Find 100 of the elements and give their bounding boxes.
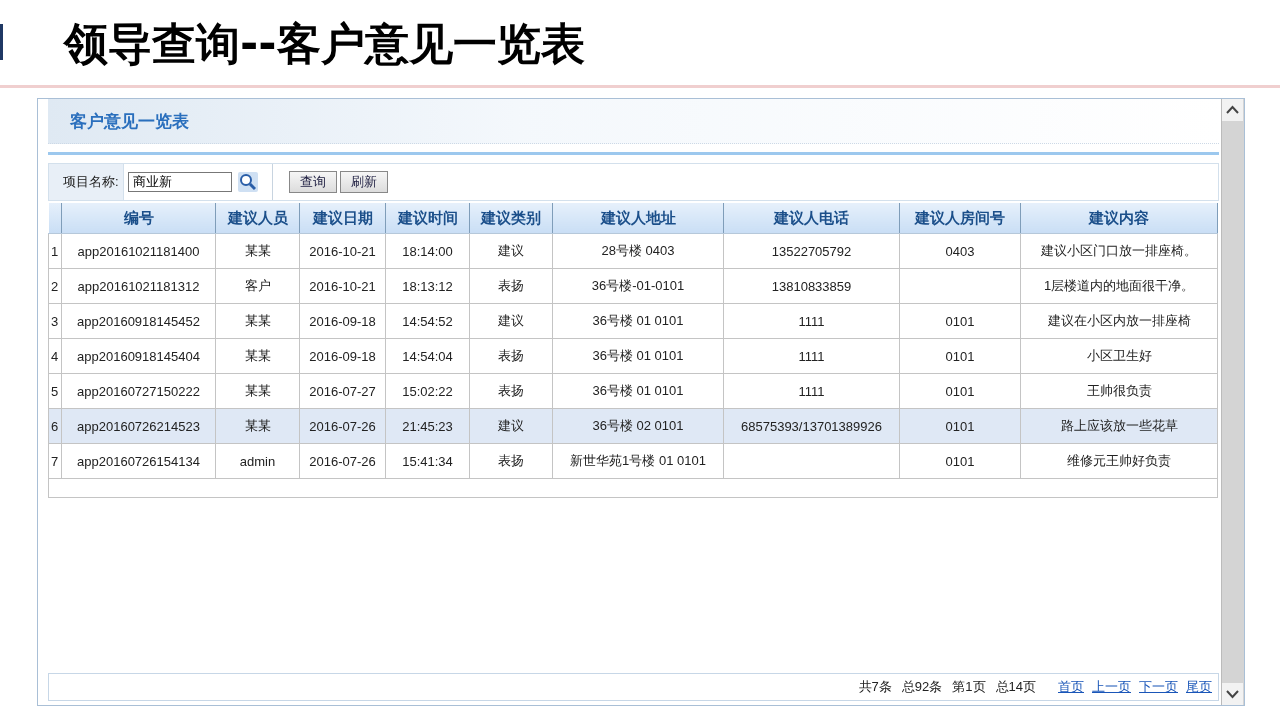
table-row[interactable]: 7 app20160726154134 admin 2016-07-26 15:41:34 表扬 新世华苑1号楼 01 0101 0101 维修元王帅好负责	[48, 443, 1218, 479]
search-field[interactable]: 商业新	[127, 172, 232, 192]
column-header: 建议人地址	[552, 203, 724, 234]
table-cell: 36号楼 01 0101	[552, 373, 724, 409]
table-cell: 13522705792	[723, 233, 900, 269]
page-info: 共7条	[858, 678, 892, 696]
table-cell: app20161021181400	[61, 233, 216, 269]
scroll-up-icon[interactable]	[1222, 99, 1243, 121]
table-row[interactable]: 5 app20160727150222 某某 2016-07-27 15:02:22 表扬 36号楼 01 0101 1111 0101 王帅很负责	[48, 373, 1218, 409]
table-cell: 36号楼 01 0101	[552, 338, 724, 374]
pagination-link[interactable]: 尾页	[1186, 678, 1212, 696]
column-header: 建议人房间号	[899, 203, 1021, 234]
table-cell: 小区卫生好	[1020, 338, 1218, 374]
table-cell: 1111	[723, 303, 900, 339]
column-header: 建议人电话	[723, 203, 900, 234]
page-info: 总14页	[995, 678, 1036, 696]
table-cell: 15:41:34	[385, 443, 470, 479]
pagination-link[interactable]: 上一页	[1092, 678, 1131, 696]
table-cell: 68575393/13701389926	[723, 408, 900, 444]
row-number: 6	[48, 408, 62, 444]
table-cell: 0101	[899, 303, 1021, 339]
table-cell: 路上应该放一些花草	[1020, 408, 1218, 444]
table-cell: app20160727150222	[61, 373, 216, 409]
table-cell: 21:45:23	[385, 408, 470, 444]
field-label: 项目名称:	[49, 164, 124, 200]
pagination-link[interactable]: 首页	[1058, 678, 1084, 696]
pagination-link[interactable]: 下一页	[1139, 678, 1178, 696]
table-cell: 18:14:00	[385, 233, 470, 269]
table-cell: app20161021181312	[61, 268, 216, 304]
table-row[interactable]: 1 app20161021181400 某某 2016-10-21 18:14:00 建议 28号楼 0403 13522705792 0403 建议小区门口放一排座椅。	[48, 233, 1218, 269]
column-header: 编号	[61, 203, 216, 234]
table-cell: 某某	[215, 338, 300, 374]
accent-bar	[0, 24, 3, 60]
table-cell: 13810833859	[723, 268, 900, 304]
table-cell: 0403	[899, 233, 1021, 269]
table-cell: 表扬	[469, 443, 553, 479]
table-cell: 0101	[899, 408, 1021, 444]
table-cell: 客户	[215, 268, 300, 304]
page-info: 总92条	[901, 678, 943, 696]
scroll-down-icon[interactable]	[1222, 683, 1243, 705]
row-number: 5	[48, 373, 62, 409]
table-cell: 某某	[215, 303, 300, 339]
column-header: 建议内容	[1020, 203, 1218, 234]
table-cell: 2016-10-21	[299, 268, 386, 304]
table-cell: 维修元王帅好负责	[1020, 443, 1218, 479]
table-cell: 新世华苑1号楼 01 0101	[552, 443, 724, 479]
table-row[interactable]: 4 app20160918145404 某某 2016-09-18 14:54:04 表扬 36号楼 01 0101 1111 0101 小区卫生好	[48, 338, 1218, 374]
table-cell: 14:54:04	[385, 338, 470, 374]
table-cell: 建议在小区内放一排座椅	[1020, 303, 1218, 339]
table-cell: 15:02:22	[385, 373, 470, 409]
table-cell: 建议	[469, 233, 553, 269]
table-cell: 0101	[899, 443, 1021, 479]
table-cell: 28号楼 0403	[552, 233, 724, 269]
table-cell: 建议小区门口放一排座椅。	[1020, 233, 1218, 269]
table-cell: 0101	[899, 338, 1021, 374]
table-cell: 表扬	[469, 338, 553, 374]
table-cell: 1层楼道内的地面很干净。	[1020, 268, 1218, 304]
table-row[interactable]: 2 app20161021181312 客户 2016-10-21 18:13:12 表扬 36号楼-01-0101 13810833859 1层楼道内的地面很干净。	[48, 268, 1218, 304]
table-cell: app20160726154134	[61, 443, 216, 479]
table-cell: 36号楼 02 0101	[552, 408, 724, 444]
column-header: 建议时间	[385, 203, 470, 234]
table-cell: 1111	[723, 338, 900, 374]
row-number: 4	[48, 338, 62, 374]
row-number: 1	[48, 233, 62, 269]
table-cell: 2016-07-26	[299, 408, 386, 444]
table-cell: 建议	[469, 303, 553, 339]
row-number: 7	[48, 443, 62, 479]
column-header: 建议类别	[469, 203, 553, 234]
page-info: 第1页	[952, 678, 986, 696]
table-cell: 2016-07-27	[299, 373, 386, 409]
slide-title: 领导查询--客户意见一览表	[64, 17, 585, 71]
table-cell: app20160726214523	[61, 408, 216, 444]
table-cell: 某某	[215, 373, 300, 409]
search-icon[interactable]	[237, 172, 258, 192]
table-row[interactable]: 6 app20160726214523 某某 2016-07-26 21:45:23 建议 36号楼 02 0101 68575393/13701389926 0101 路上应该放一些花草	[48, 408, 1218, 444]
table-row[interactable]: 3 app20160918145452 某某 2016-09-18 14:54:52 建议 36号楼 01 0101 1111 0101 建议在小区内放一排座椅	[48, 303, 1218, 339]
toolbar-button[interactable]: 刷新	[339, 171, 388, 193]
toolbar-button[interactable]: 查询	[288, 171, 337, 193]
table-cell: 18:13:12	[385, 268, 470, 304]
table-cell: 14:54:52	[385, 303, 470, 339]
column-header: 建议日期	[299, 203, 386, 234]
table-cell: 2016-09-18	[299, 303, 386, 339]
table-cell: 2016-09-18	[299, 338, 386, 374]
table-cell: 36号楼 01 0101	[552, 303, 724, 339]
table-cell: 2016-07-26	[299, 443, 386, 479]
table-cell: 某某	[215, 408, 300, 444]
table-cell: 1111	[723, 373, 900, 409]
row-number: 2	[48, 268, 62, 304]
table-cell: 表扬	[469, 268, 553, 304]
panel-title: 客户意见一览表	[70, 109, 189, 133]
column-header: 建议人员	[215, 203, 300, 234]
table-cell: app20160918145452	[61, 303, 216, 339]
table-cell: 建议	[469, 408, 553, 444]
table-cell: 王帅很负责	[1020, 373, 1218, 409]
table-cell: 36号楼-01-0101	[552, 268, 724, 304]
table-cell: 2016-10-21	[299, 233, 386, 269]
table-cell: app20160918145404	[61, 338, 216, 374]
row-number: 3	[48, 303, 62, 339]
table-cell: 某某	[215, 233, 300, 269]
table-cell: admin	[215, 443, 300, 479]
